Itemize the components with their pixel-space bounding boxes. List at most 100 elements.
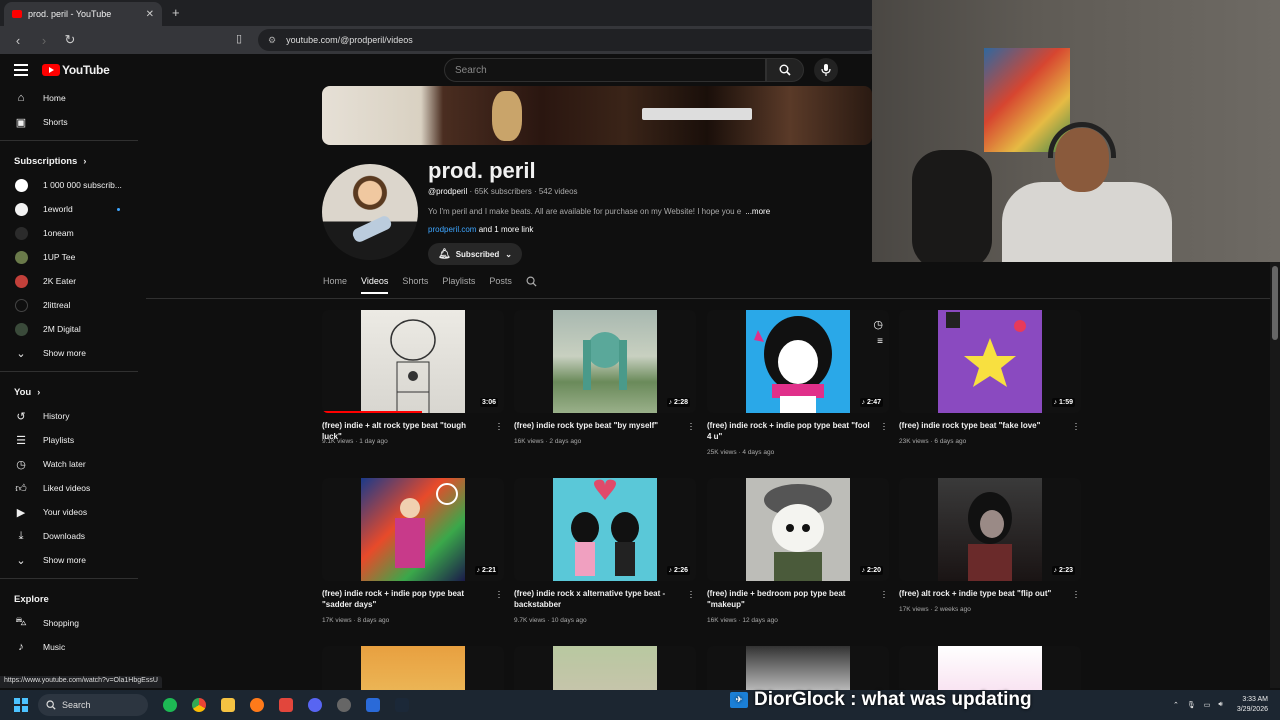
video-thumbnail[interactable]: ♪ 2:20 [707,478,889,581]
video-title[interactable]: (free) indie rock type beat "by myself" [514,420,680,431]
sidebar-item-liked-videos[interactable]: 👍︎ Liked videos [0,476,138,500]
video-card[interactable]: ♪ 2:28 (free) indie rock type beat "by m… [514,310,696,470]
scrollbar-thumb[interactable] [1272,266,1278,340]
discord-icon[interactable] [308,698,322,712]
video-thumbnail[interactable] [899,646,1081,690]
video-thumbnail[interactable]: ♪ 2:26 [514,478,696,581]
video-title[interactable]: (free) indie rock + indie pop type beat … [707,420,873,442]
url-bar[interactable]: ⚙ youtube.com/@prodperil/videos [258,29,878,51]
more-links[interactable]: and 1 more link [479,225,534,234]
channel-website-link[interactable]: prodperil.com [428,225,476,234]
sidebar-item-history[interactable]: ↺ History [0,404,138,428]
firefox-icon[interactable] [250,698,264,712]
video-card[interactable]: ♪ 2:26 (free) indie rock x alternative t… [514,478,696,638]
video-thumbnail[interactable]: 3:06 [322,310,504,413]
tab-playlists[interactable]: Playlists [442,276,475,292]
video-card[interactable]: ♪ 1:59 (free) indie rock type beat "fake… [899,310,1081,470]
video-thumbnail[interactable]: ♪ 2:21 [322,478,504,581]
file-explorer-icon[interactable] [221,698,235,712]
more-options-icon[interactable]: · · · [881,419,887,434]
channel-avatar-large[interactable] [322,164,418,260]
chevron-up-icon[interactable]: ⌃ [1173,701,1179,709]
video-card[interactable]: ♪ 2:20 (free) indie + bedroom pop type b… [707,478,889,638]
microphone-icon[interactable]: 🎙︎ [1187,701,1196,709]
more-options-icon[interactable]: · · · [688,587,694,602]
video-card[interactable] [707,646,889,690]
subscriptions-header[interactable]: Subscriptions › [0,149,138,173]
youtube-logo[interactable]: YouTube [42,63,110,77]
video-thumbnail[interactable]: ♪ 2:23 [899,478,1081,581]
subscription-item[interactable]: 2littreal [0,293,138,317]
chrome-icon[interactable] [192,698,206,712]
taskbar-clock[interactable]: 3:33 AM 3/29/2026 [1237,695,1268,715]
more-options-icon[interactable]: · · · [1073,419,1079,434]
video-title[interactable]: (free) indie rock x alternative type bea… [514,588,680,610]
video-card[interactable]: 3:06 (free) indie + alt rock type beat "… [322,310,504,470]
video-thumbnail[interactable]: ◷ ≡ ♪ 2:47 [707,310,889,413]
video-card[interactable] [899,646,1081,690]
subscription-item[interactable]: 1 000 000 subscrib... [0,173,138,197]
video-thumbnail[interactable] [322,646,504,690]
video-thumbnail[interactable] [514,646,696,690]
close-tab-icon[interactable]: ✕ [146,9,154,20]
sidebar-item-home[interactable]: ⌂ Home [0,86,138,110]
taskbar-search[interactable]: Search [38,694,148,716]
channel-description[interactable]: Yo I'm peril and I make beats. All are a… [428,207,770,216]
search-input[interactable]: Search [444,58,766,82]
sidebar-item-music[interactable]: ♪ Music [0,635,138,659]
show-more-you[interactable]: ⌄ Show more [0,548,138,572]
subscription-item[interactable]: 1oneam [0,221,138,245]
app-icon[interactable] [366,698,380,712]
more-options-icon[interactable]: · · · [688,419,694,434]
reload-icon[interactable]: ↻ [62,32,78,48]
windows-start-icon[interactable] [14,698,28,712]
sidebar-item-shorts[interactable]: ▣ Shorts [0,110,138,134]
video-title[interactable]: (free) indie + bedroom pop type beat "ma… [707,588,873,610]
video-title[interactable]: (free) alt rock + indie type beat "flip … [899,588,1065,599]
show-more-subscriptions[interactable]: ⌄ Show more [0,341,138,365]
obs-icon[interactable] [337,698,351,712]
more-options-icon[interactable]: · · · [496,587,502,602]
video-card[interactable] [322,646,504,690]
sidebar-item-downloads[interactable]: ⤓ Downloads [0,524,138,548]
description-more[interactable]: ...more [745,207,770,216]
bookmark-icon[interactable]: ▯ [236,32,242,45]
video-card[interactable]: ◷ ≡ ♪ 2:47 (free) indie rock + indie pop… [707,310,889,470]
video-card[interactable]: ♪ 2:21 (free) indie rock + indie pop typ… [322,478,504,638]
sidebar-item-shopping[interactable]: ⛍ Shopping [0,611,138,635]
steam-icon[interactable] [395,698,409,712]
search-button[interactable] [766,58,804,82]
site-info-icon[interactable]: ⚙ [268,35,276,46]
tab-posts[interactable]: Posts [489,276,512,292]
channel-search-icon[interactable] [526,276,537,295]
sidebar-item-your-videos[interactable]: ▶ Your videos [0,500,138,524]
tab-videos[interactable]: Videos [361,276,389,294]
subscription-item[interactable]: 2K Eater [0,269,138,293]
video-card[interactable]: ♪ 2:23 (free) alt rock + indie type beat… [899,478,1081,638]
brave-icon[interactable] [279,698,293,712]
video-title[interactable]: (free) indie rock type beat "fake love" [899,420,1065,431]
network-icon[interactable]: ▭ [1204,701,1211,709]
subscription-item[interactable]: 1eworld [0,197,138,221]
new-tab-button[interactable]: + [172,5,180,20]
tab-home[interactable]: Home [323,276,347,292]
you-header[interactable]: You › [0,380,138,404]
video-thumbnail[interactable]: ♪ 1:59 [899,310,1081,413]
more-options-icon[interactable]: · · · [496,419,502,434]
forward-arrow-icon[interactable]: › [36,33,52,48]
tab-shorts[interactable]: Shorts [402,276,428,292]
menu-icon[interactable] [14,64,28,79]
video-thumbnail[interactable] [707,646,889,690]
more-options-icon[interactable]: · · · [881,587,887,602]
sidebar-item-watch-later[interactable]: ◷ Watch later [0,452,138,476]
add-to-queue-icon[interactable]: ≡ [877,336,883,347]
spotify-icon[interactable] [163,698,177,712]
subscription-item[interactable]: 2M Digital [0,317,138,341]
volume-icon[interactable]: 🔊︎ [1218,701,1222,709]
more-options-icon[interactable]: · · · [1073,587,1079,602]
browser-tab[interactable]: prod. peril - YouTube ✕ [4,2,162,26]
watch-later-icon[interactable]: ◷ [873,318,883,331]
subscription-item[interactable]: 1UP Tee [0,245,138,269]
voice-search-button[interactable] [814,58,838,82]
subscribed-button[interactable]: 🔔︎ Subscribed ⌄ [428,243,522,265]
